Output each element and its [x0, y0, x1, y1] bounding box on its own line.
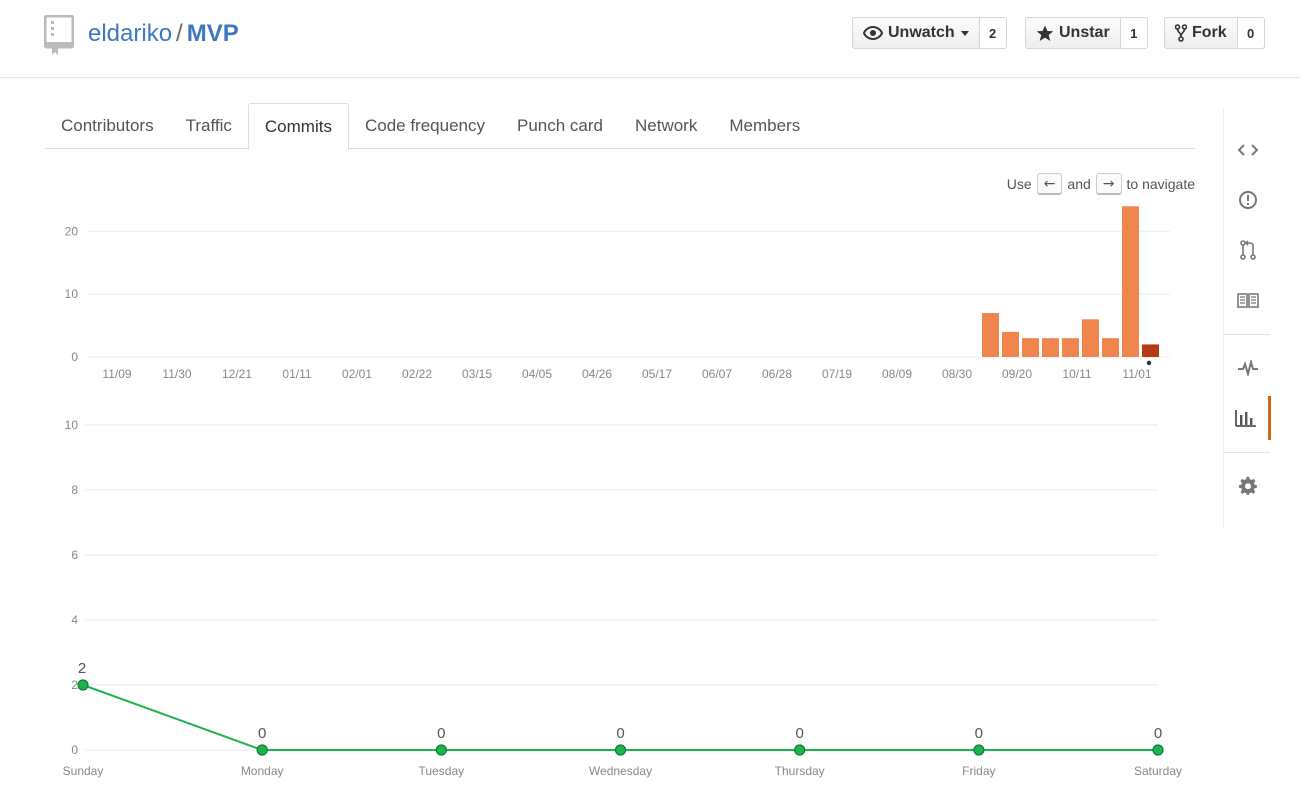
day-category-label: Wednesday — [589, 764, 652, 778]
forks-count[interactable]: 0 — [1237, 18, 1264, 48]
commit-week-bar — [982, 313, 999, 357]
sidebar-item-settings[interactable] — [1224, 464, 1271, 508]
commit-week-bar — [1082, 319, 1099, 357]
sidebar-item-pull-requests[interactable] — [1224, 228, 1271, 272]
line-chart-y-tick-label: 8 — [71, 483, 78, 497]
sidebar-item-wiki[interactable] — [1224, 278, 1271, 322]
bar-chart-y-tick-label: 0 — [71, 350, 78, 364]
bar-chart-x-tick-label: 11/30 — [162, 367, 191, 381]
commit-week-bar — [1022, 338, 1039, 357]
line-chart-y-tick-label: 0 — [71, 743, 78, 757]
commit-week-bar — [1102, 338, 1119, 357]
day-data-point — [256, 744, 268, 756]
bar-chart-x-tick-label: 02/22 — [402, 367, 432, 381]
bar-chart-x-tick-label: 04/26 — [582, 367, 612, 381]
bar-chart-x-tick-label: 05/17 — [642, 367, 672, 381]
day-data-point — [614, 744, 627, 756]
sidebar-item-issues[interactable] — [1224, 178, 1271, 222]
pull-request-icon — [1239, 240, 1256, 260]
commit-week-bar — [1142, 344, 1159, 357]
day-data-point — [794, 744, 806, 756]
day-data-label: 0 — [1154, 725, 1162, 742]
bar-chart-x-tick-label: 02/01 — [342, 367, 372, 381]
line-chart-y-tick-label: 4 — [71, 613, 78, 627]
repo-sidenav — [1223, 108, 1271, 528]
code-icon — [1237, 144, 1258, 156]
sidebar-item-pulse[interactable] — [1224, 346, 1271, 390]
graph-icon — [1235, 410, 1256, 427]
line-chart-y-tick-label: 6 — [71, 548, 78, 562]
day-data-label: 0 — [437, 725, 445, 742]
day-category-label: Monday — [241, 764, 284, 778]
day-data-point — [77, 679, 89, 691]
bar-chart-x-tick-label: 11/01 — [1122, 367, 1151, 381]
bar-chart-x-tick-label: 08/09 — [882, 367, 912, 381]
day-data-label: 0 — [258, 725, 266, 742]
day-category-label: Thursday — [775, 764, 825, 778]
bar-chart-x-tick-label: 08/30 — [942, 367, 972, 381]
bar-chart-y-tick-label: 20 — [65, 224, 79, 238]
day-category-label: Saturday — [1134, 764, 1182, 778]
sidebar-divider — [1224, 452, 1270, 453]
commit-week-bar — [1122, 206, 1139, 357]
day-data-point — [1152, 744, 1164, 756]
line-chart-y-tick-label: 10 — [65, 418, 79, 432]
bar-chart-x-tick-label: 06/28 — [762, 367, 792, 381]
bar-chart-x-tick-label: 11/09 — [102, 367, 131, 381]
day-data-label: 2 — [78, 660, 86, 677]
bar-chart-x-tick-label: 01/11 — [282, 367, 311, 381]
bar-chart-x-tick-label: 07/19 — [822, 367, 852, 381]
sidebar-item-graphs[interactable] — [1224, 396, 1271, 440]
sidebar-item-code[interactable] — [1224, 128, 1271, 172]
day-category-label: Tuesday — [419, 764, 465, 778]
commits-charts: 0102011/09 11/30 12/21 01/11 02/01 02/22 03/15… — [63, 206, 1182, 778]
selected-week-marker — [1146, 360, 1152, 366]
pulse-icon — [1237, 360, 1258, 376]
wiki-icon — [1236, 293, 1259, 308]
commit-week-bar — [1002, 331, 1019, 357]
bar-chart-x-tick-label: 04/05 — [522, 367, 552, 381]
day-category-label: Sunday — [63, 764, 104, 778]
day-data-point — [973, 744, 985, 756]
gear-icon — [1238, 476, 1257, 495]
commit-week-bar — [1062, 338, 1079, 357]
bar-chart-x-tick-label: 12/21 — [222, 367, 252, 381]
sidebar-divider — [1224, 334, 1270, 335]
line-chart-y-tick-label: 2 — [71, 678, 78, 692]
bar-chart-x-tick-label: 06/07 — [702, 367, 732, 381]
issue-icon — [1238, 191, 1257, 209]
day-data-point — [435, 744, 447, 756]
bar-chart-x-tick-label: 10/11 — [1062, 367, 1091, 381]
bar-chart-x-tick-label: 09/20 — [1002, 367, 1032, 381]
commit-week-bar — [1042, 338, 1059, 357]
day-data-label: 0 — [975, 725, 983, 742]
bar-chart-x-tick-label: 03/15 — [462, 367, 492, 381]
bar-chart-y-tick-label: 10 — [65, 287, 79, 301]
day-data-label: 0 — [795, 725, 803, 742]
day-category-label: Friday — [962, 764, 995, 778]
day-data-label: 0 — [616, 725, 624, 742]
